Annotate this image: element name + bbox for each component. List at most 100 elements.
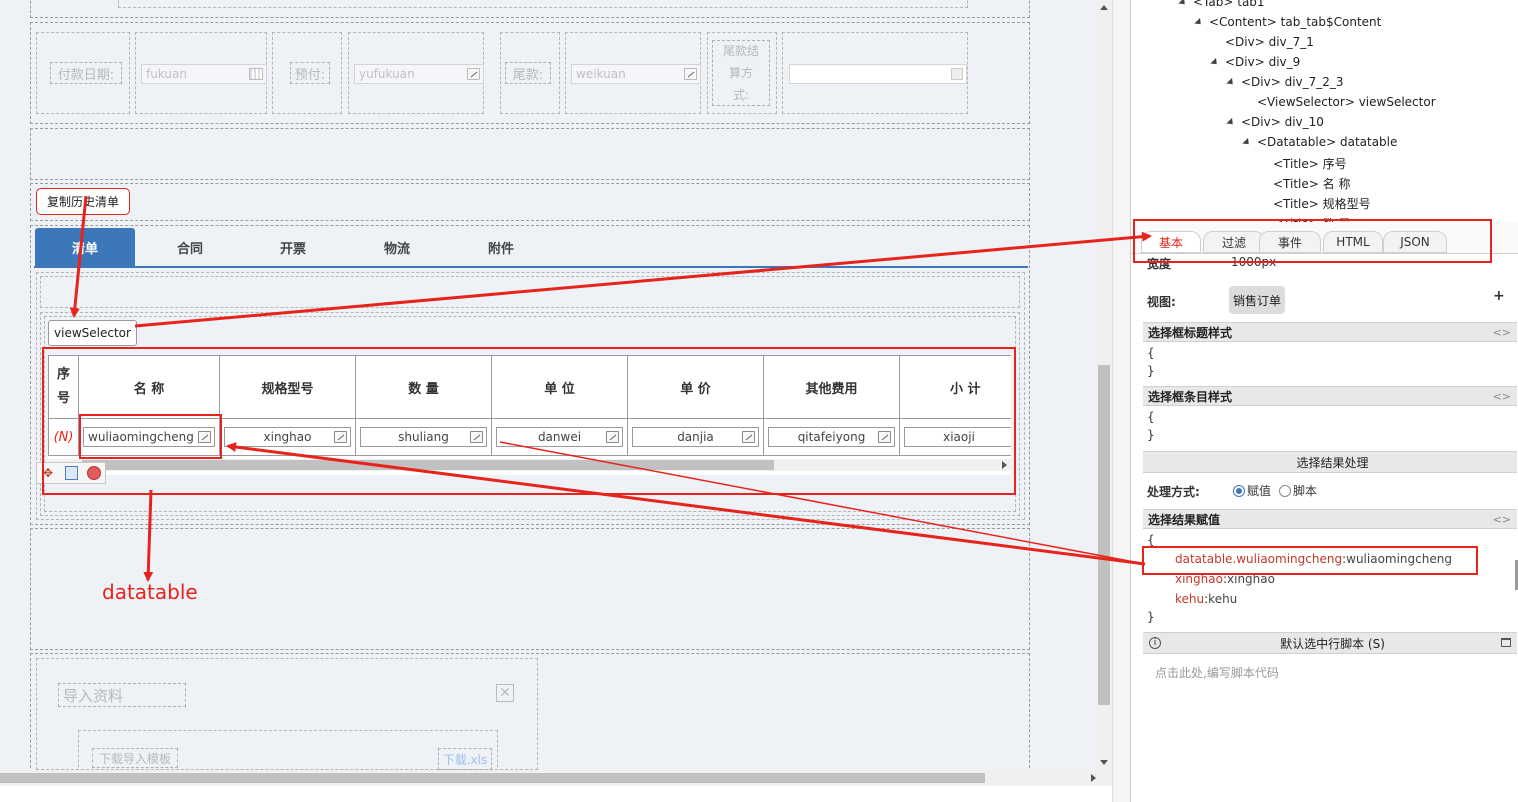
tree-node[interactable]: <ViewSelector> viewSelector	[1243, 95, 1436, 109]
radio-script[interactable]	[1279, 484, 1292, 497]
radio-assign[interactable]	[1233, 484, 1245, 497]
expand-triangle-icon[interactable]	[1210, 57, 1220, 68]
tab-qingdan[interactable]: 清单	[35, 228, 135, 266]
brace-open: {	[1147, 410, 1155, 424]
brace-open: {	[1147, 533, 1155, 547]
annotation-box-cell	[79, 414, 222, 459]
top-inner	[118, 0, 968, 8]
tab-fujian[interactable]: 附件	[451, 228, 551, 266]
scrollbar-thumb[interactable]	[1098, 365, 1110, 705]
assign-value: kehu	[1208, 592, 1238, 606]
brace-close: }	[1147, 428, 1155, 442]
download-link[interactable]: 下载.xls	[438, 748, 492, 770]
settle-label-line: 尾款结	[722, 44, 759, 58]
download-label: 下载导入模板	[92, 748, 178, 768]
tree-node[interactable]: <Content> tab_tab$Content	[1194, 15, 1382, 29]
brace-close: }	[1147, 364, 1155, 378]
tree-node[interactable]: <Div> div_7_1	[1211, 35, 1314, 49]
default-script-header[interactable]: i 默认选中行脚本 (S)	[1143, 632, 1517, 654]
expand-triangle-icon[interactable]	[1242, 137, 1252, 148]
add-icon[interactable]: +	[1493, 288, 1505, 304]
calendar-icon[interactable]	[249, 68, 263, 80]
settle-label: 尾款结 算方 式:	[712, 40, 770, 106]
outline-tree: <Tab> tab1 <Content> tab_tab$Content <Div>…	[1131, 0, 1518, 222]
tree-node-label: <Title> 名 称	[1273, 177, 1351, 191]
canvas-hscrollbar[interactable]	[0, 770, 1112, 786]
tab-hetong[interactable]: 合同	[140, 228, 240, 266]
maximize-icon[interactable]	[1501, 638, 1511, 647]
section-title: 选择框标题样式	[1148, 325, 1233, 340]
yufu-input[interactable]: yufukuan	[354, 64, 484, 84]
edit-icon[interactable]	[684, 68, 697, 80]
section-title: 选择框条目样式	[1148, 389, 1233, 404]
scroll-up-icon[interactable]	[1100, 5, 1108, 10]
fukuan-input[interactable]: fukuan	[141, 64, 267, 84]
tree-node[interactable]: <Tab> tab1	[1178, 0, 1265, 9]
tree-node[interactable]: <Title> 规格型号	[1259, 195, 1371, 212]
radio-script-label: 脚本	[1293, 484, 1318, 498]
chevron-down-icon[interactable]	[951, 68, 963, 80]
mode-label: 处理方式:	[1147, 485, 1200, 499]
tree-node-label: <Title> 序号	[1273, 157, 1347, 171]
fukuan-value: fukuan	[146, 67, 187, 81]
tab-kaipiao[interactable]: 开票	[243, 228, 343, 266]
view-value-button[interactable]: 销售订单	[1229, 286, 1285, 314]
bottom-gap	[0, 786, 1130, 802]
yufu-label: 预付:	[290, 62, 330, 84]
scrollbar-thumb[interactable]	[0, 773, 985, 783]
tree-node-label: <Title> 规格型号	[1273, 197, 1371, 211]
tree-node-label: <Div> div_9	[1225, 55, 1301, 69]
edit-icon[interactable]	[467, 68, 480, 80]
script-editor[interactable]: 点击此处,编写脚本代码	[1155, 664, 1279, 681]
expand-triangle-icon[interactable]	[1178, 0, 1188, 8]
tree-node[interactable]: <Div> div_9	[1210, 55, 1301, 69]
weikuan-input[interactable]: weikuan	[571, 64, 701, 84]
scroll-down-icon[interactable]	[1100, 760, 1108, 765]
splitter[interactable]	[1112, 0, 1130, 802]
collapse-icon[interactable]: <>	[1493, 326, 1511, 339]
annotation-box-assign	[1142, 546, 1478, 575]
settle-label-line: 算方	[728, 66, 753, 80]
expand-triangle-icon[interactable]	[1194, 17, 1204, 28]
tree-node-label: <Content> tab_tab$Content	[1209, 15, 1382, 29]
tree-node[interactable]: <Title> 名 称	[1259, 175, 1350, 192]
close-icon[interactable]: ✕	[496, 684, 514, 702]
item-style-header[interactable]: 选择框条目样式 <>	[1143, 386, 1517, 406]
tree-node[interactable]: <Datatable> datatable	[1242, 135, 1398, 149]
copy-history-button[interactable]: 复制历史清单	[36, 188, 130, 215]
view-selector-button[interactable]: viewSelector	[48, 320, 137, 346]
title-style-header[interactable]: 选择框标题样式 <>	[1143, 322, 1517, 342]
scroll-right-icon[interactable]	[1091, 774, 1096, 782]
collapse-icon[interactable]: <>	[1493, 513, 1511, 526]
assign-line: kehu:kehu	[1175, 592, 1237, 606]
annotation-box-tabs	[1133, 219, 1492, 263]
brace-close: }	[1147, 610, 1155, 624]
empty-row	[30, 128, 1030, 180]
yufu-value: yufukuan	[359, 67, 415, 81]
assign-header[interactable]: 选择结果赋值 <>	[1143, 509, 1517, 529]
tree-node-label: <Tab> tab1	[1193, 0, 1265, 9]
canvas-vscrollbar[interactable]	[1096, 0, 1112, 770]
tree-node-label: <Div> div_10	[1241, 115, 1324, 129]
tree-node[interactable]: <Div> div_7_2_3	[1226, 75, 1344, 89]
tree-node[interactable]: <Div> div_10	[1226, 115, 1324, 129]
settle-select[interactable]	[789, 64, 967, 84]
view-label: 视图:	[1147, 295, 1176, 309]
import-title: 导入资料	[58, 683, 186, 707]
settle-label-line: 式:	[732, 88, 750, 102]
result-handle-header: 选择结果处理	[1143, 451, 1517, 473]
fukuan-label: 付款日期:	[50, 62, 122, 84]
tree-node[interactable]: <Title> 序号	[1259, 155, 1347, 172]
expand-triangle-icon[interactable]	[1226, 117, 1236, 128]
collapse-icon[interactable]: <>	[1493, 390, 1511, 403]
brace-open: {	[1147, 346, 1155, 360]
annotation-label: datatable	[102, 580, 198, 604]
expand-triangle-icon[interactable]	[1226, 77, 1236, 88]
tree-node-label: <Datatable> datatable	[1257, 135, 1398, 149]
tree-node-label: <ViewSelector> viewSelector	[1257, 95, 1436, 109]
tab-wuliu[interactable]: 物流	[347, 228, 447, 266]
weikuan-value: weikuan	[576, 67, 626, 81]
assign-key: kehu	[1175, 592, 1205, 606]
properties-panel: <Tab> tab1 <Content> tab_tab$Content <Div>…	[1130, 0, 1518, 802]
section-title: 默认选中行脚本 (S)	[1280, 636, 1385, 651]
